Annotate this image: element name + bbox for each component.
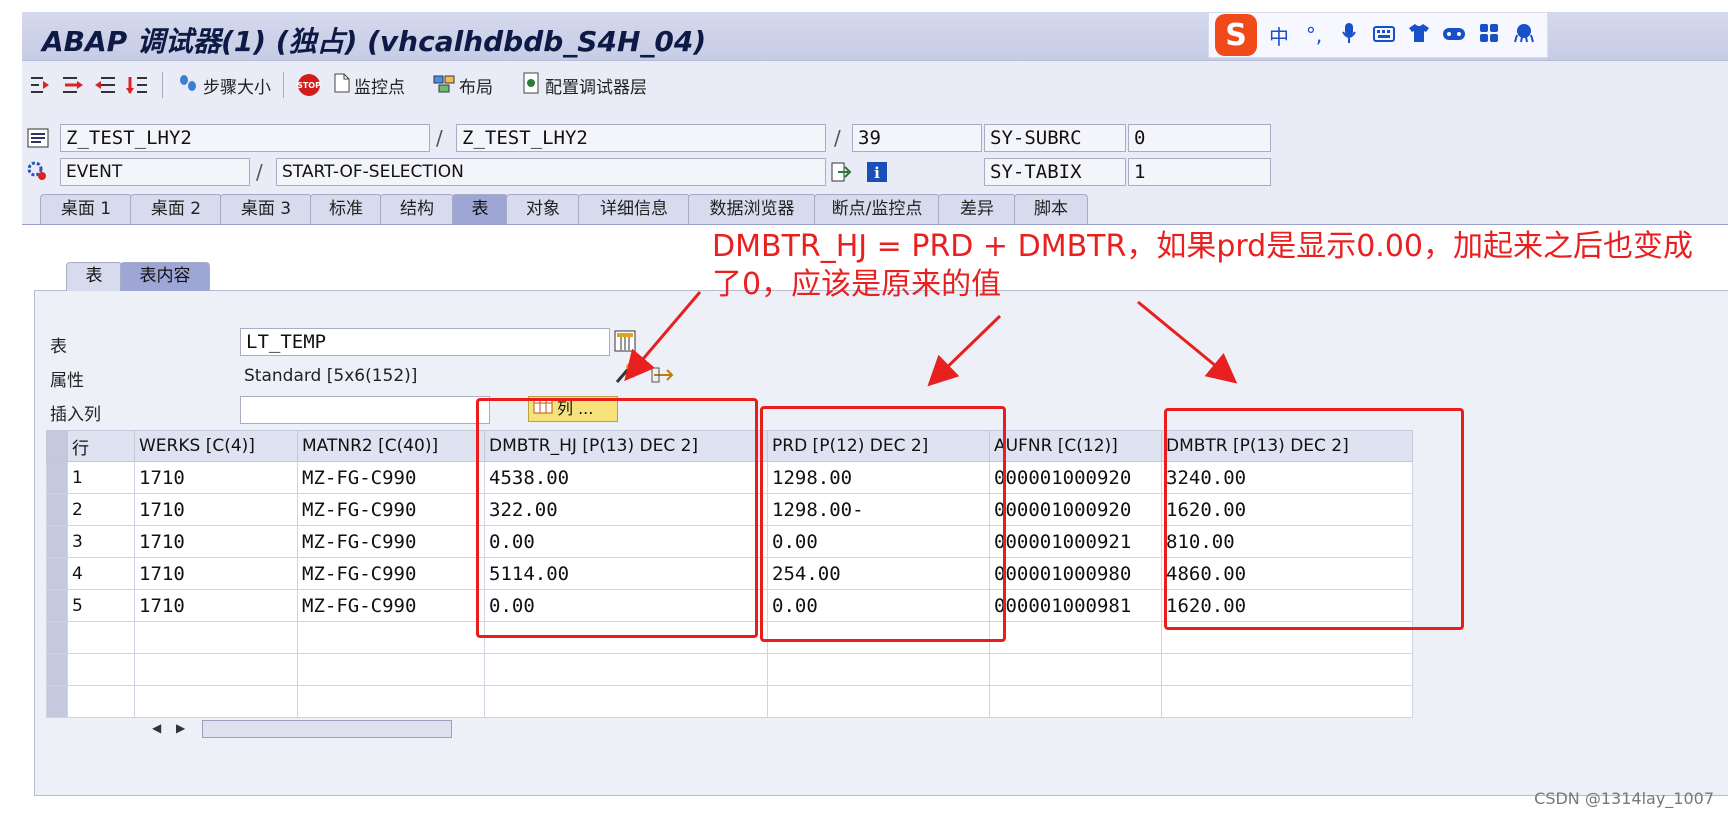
arrow-to-prd — [927, 314, 1002, 387]
csdn-watermark: CSDN @1314lay_1007 — [1534, 789, 1714, 808]
annotation-arrows — [624, 291, 1238, 387]
arrow-to-dmbtr-hj — [624, 291, 702, 382]
arrow-to-dmbtr — [1137, 300, 1238, 384]
